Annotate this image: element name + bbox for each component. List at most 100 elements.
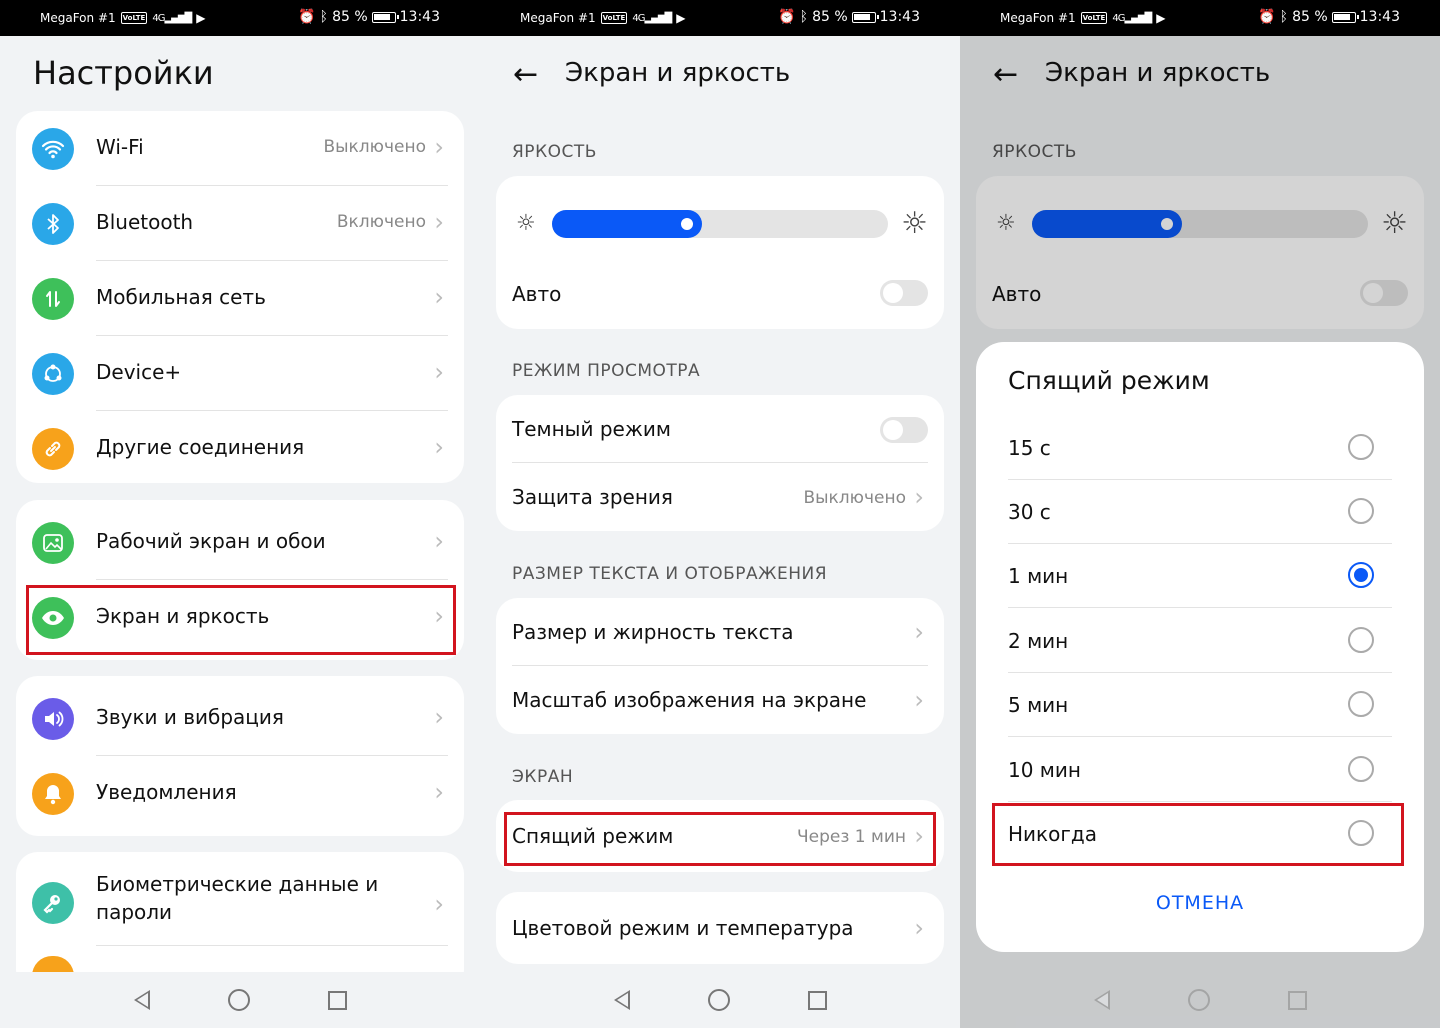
play-icon: ▶ bbox=[676, 11, 686, 25]
chevron-right-icon: › bbox=[434, 778, 444, 806]
settings-item-device-plus[interactable]: Device+ › bbox=[16, 336, 464, 411]
cancel-button[interactable]: ОТМЕНА bbox=[976, 892, 1424, 914]
brightness-card: ☼ ☼ Авто bbox=[496, 176, 944, 329]
settings-item-mobile-network[interactable]: Мобильная сеть › bbox=[16, 261, 464, 336]
auto-label: Авто bbox=[512, 282, 562, 306]
battery-icon bbox=[371, 11, 399, 23]
sleep-dialog-screen: ← Экран и яркость ЯРКОСТЬ ☼ ☼ Авто MegaF… bbox=[960, 0, 1440, 1028]
color-mode-row[interactable]: Цветовой режим и температура › bbox=[496, 894, 944, 962]
page-title: Экран и яркость bbox=[565, 58, 791, 88]
sun-small-icon: ☼ bbox=[516, 211, 536, 236]
sun-large-icon: ☼ bbox=[901, 206, 928, 241]
view-mode-card: Темный режим Защита зрения Выключено › bbox=[496, 395, 944, 531]
settings-item-label: Уведомления bbox=[96, 780, 237, 804]
color-mode-card: Цветовой режим и температура › bbox=[496, 892, 944, 964]
settings-item-value: Выключено bbox=[323, 137, 426, 157]
highlight-box bbox=[992, 803, 1404, 866]
auto-brightness-toggle[interactable] bbox=[880, 280, 928, 306]
nav-recent-icon[interactable] bbox=[807, 990, 827, 1010]
section-header: ЭКРАН bbox=[512, 767, 574, 787]
nav-recent-icon[interactable] bbox=[327, 990, 347, 1010]
settings-item-sound[interactable]: Звуки и вибрация › bbox=[16, 681, 464, 756]
settings-item-notifications[interactable]: Уведомления › bbox=[16, 756, 464, 831]
sleep-option-2min[interactable]: 2 мин bbox=[1008, 609, 1392, 673]
dark-mode-row[interactable]: Темный режим bbox=[496, 395, 944, 463]
settings-item-label: Wi-Fi bbox=[96, 135, 144, 159]
divider bbox=[1008, 607, 1392, 608]
display-scale-row[interactable]: Масштаб изображения на экране › bbox=[496, 666, 944, 734]
option-label: 30 с bbox=[1008, 500, 1051, 524]
sleep-option-15s[interactable]: 15 с bbox=[1008, 416, 1392, 480]
link-icon bbox=[32, 428, 74, 470]
settings-item-label: Device+ bbox=[96, 360, 182, 384]
clock: 13:43 bbox=[879, 9, 920, 25]
chevron-right-icon: › bbox=[434, 527, 444, 555]
option-label: 15 с bbox=[1008, 436, 1051, 460]
settings-item-wifi[interactable]: Wi-Fi Выключено › bbox=[16, 111, 464, 186]
alarm-icon: ⏰ bbox=[1258, 9, 1276, 25]
section-header: РАЗМЕР ТЕКСТА И ОТОБРАЖЕНИЯ bbox=[512, 564, 828, 584]
nav-home-icon[interactable] bbox=[707, 989, 730, 1011]
bluetooth-status-icon: ᛒ bbox=[319, 9, 329, 25]
back-arrow-icon[interactable]: ← bbox=[513, 60, 538, 90]
volte-badge: VoLTE bbox=[1080, 12, 1108, 24]
settings-item-label: Другие соединения bbox=[96, 435, 305, 459]
nav-recent-icon[interactable] bbox=[1287, 990, 1307, 1010]
device-plus-icon bbox=[32, 353, 74, 395]
volte-badge: VoLTE bbox=[600, 12, 628, 24]
settings-item-biometrics[interactable]: Биометрические данные и пароли › bbox=[16, 860, 464, 946]
sleep-option-30s[interactable]: 30 с bbox=[1008, 480, 1392, 544]
radio-button[interactable] bbox=[1348, 627, 1374, 653]
battery-icon bbox=[1331, 11, 1359, 23]
chevron-right-icon: › bbox=[914, 686, 924, 714]
nav-back-icon[interactable] bbox=[613, 990, 630, 1010]
eye-comfort-row[interactable]: Защита зрения Выключено › bbox=[496, 463, 944, 531]
radio-button[interactable] bbox=[1348, 562, 1374, 588]
nav-back-icon[interactable] bbox=[133, 990, 150, 1010]
settings-item-bluetooth[interactable]: Bluetooth Включено › bbox=[16, 186, 464, 261]
sleep-option-1min[interactable]: 1 мин bbox=[1008, 544, 1392, 608]
bluetooth-status-icon: ᛒ bbox=[799, 9, 809, 25]
nav-bar bbox=[480, 972, 960, 1028]
radio-button[interactable] bbox=[1348, 498, 1374, 524]
nav-home-icon[interactable] bbox=[1187, 989, 1210, 1011]
radio-button[interactable] bbox=[1348, 691, 1374, 717]
radio-button[interactable] bbox=[1348, 434, 1374, 460]
divider bbox=[96, 945, 448, 946]
alarm-icon: ⏰ bbox=[778, 9, 796, 25]
chevron-right-icon: › bbox=[434, 283, 444, 311]
mobile-data-icon bbox=[32, 278, 74, 320]
settings-item-wallpaper[interactable]: Рабочий экран и обои › bbox=[16, 505, 464, 580]
nav-back-icon[interactable] bbox=[1093, 990, 1110, 1010]
chevron-right-icon: › bbox=[914, 483, 924, 511]
radio-button[interactable] bbox=[1348, 756, 1374, 782]
settings-item-other-connections[interactable]: Другие соединения › bbox=[16, 411, 464, 486]
nav-bar bbox=[0, 972, 480, 1028]
header: ← Экран и яркость bbox=[480, 54, 960, 98]
option-label: 10 мин bbox=[1008, 758, 1081, 782]
battery-percent: 85 % bbox=[332, 9, 368, 25]
sound-icon bbox=[32, 698, 74, 740]
highlight-box bbox=[504, 812, 936, 866]
dark-mode-toggle[interactable] bbox=[880, 417, 928, 443]
sleep-option-10min[interactable]: 10 мин bbox=[1008, 738, 1392, 802]
settings-item-label: Мобильная сеть bbox=[96, 285, 266, 309]
text-size-row[interactable]: Размер и жирность текста › bbox=[496, 598, 944, 666]
option-label: 1 мин bbox=[1008, 564, 1069, 588]
section-header: РЕЖИМ ПРОСМОТРА bbox=[512, 361, 701, 381]
status-bar: MegaFon #1 VoLTE 4G▂▄▆█ ▶ ⏰ ᛒ 85 % 13:43 bbox=[0, 0, 480, 36]
sound-card: Звуки и вибрация › Уведомления › bbox=[16, 676, 464, 836]
brightness-slider[interactable] bbox=[552, 210, 888, 238]
battery-percent: 85 % bbox=[812, 9, 848, 25]
chevron-right-icon: › bbox=[434, 703, 444, 731]
nav-home-icon[interactable] bbox=[227, 989, 250, 1011]
play-icon: ▶ bbox=[196, 11, 206, 25]
alarm-icon: ⏰ bbox=[298, 9, 316, 25]
status-bar: MegaFon #1 VoLTE 4G▂▄▆█ ▶ ⏰ ᛒ 85 % 13:43 bbox=[960, 0, 1440, 36]
bluetooth-icon bbox=[32, 203, 74, 245]
signal-icon: 4G▂▄▆█ bbox=[1112, 12, 1152, 24]
slider-thumb[interactable] bbox=[678, 215, 696, 233]
settings-item-label: Bluetooth bbox=[96, 210, 194, 234]
sleep-option-5min[interactable]: 5 мин bbox=[1008, 673, 1392, 737]
chevron-right-icon: › bbox=[914, 914, 924, 942]
